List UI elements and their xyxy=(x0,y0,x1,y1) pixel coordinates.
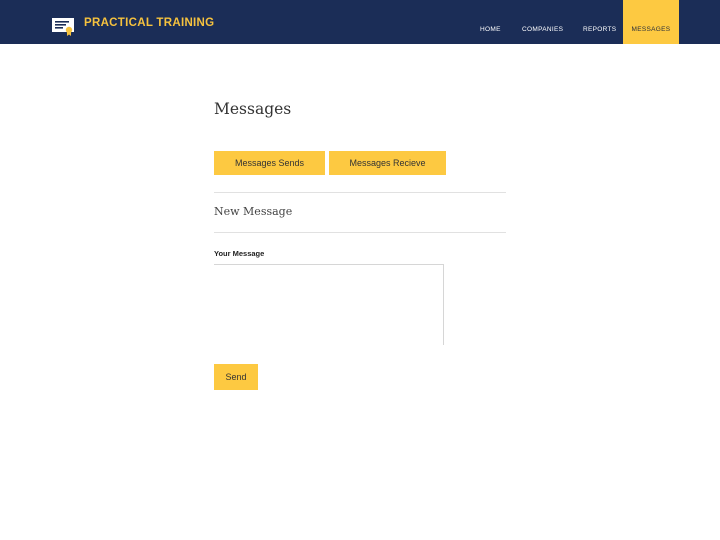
top-navigation-bar: PRACTICAL TRAINING HOME COMPANIES REPORT… xyxy=(0,0,720,44)
nav-home[interactable]: HOME xyxy=(480,0,501,44)
divider xyxy=(214,232,506,233)
messages-receive-button[interactable]: Messages Recieve xyxy=(329,151,446,175)
certificate-icon xyxy=(52,16,76,36)
nav-reports[interactable]: REPORTS xyxy=(583,0,616,44)
brand-title: PRACTICAL TRAINING xyxy=(84,17,215,29)
new-message-heading: New Message xyxy=(214,205,293,218)
message-label: Your Message xyxy=(214,249,265,258)
nav-companies[interactable]: COMPANIES xyxy=(522,0,563,44)
send-button[interactable]: Send xyxy=(214,364,258,390)
messages-sends-button[interactable]: Messages Sends xyxy=(214,151,325,175)
page-title: Messages xyxy=(214,100,292,118)
divider xyxy=(214,192,506,193)
message-textarea[interactable] xyxy=(214,264,444,345)
brand[interactable]: PRACTICAL TRAINING xyxy=(52,15,214,37)
nav-messages[interactable]: MESSAGES xyxy=(623,0,679,44)
